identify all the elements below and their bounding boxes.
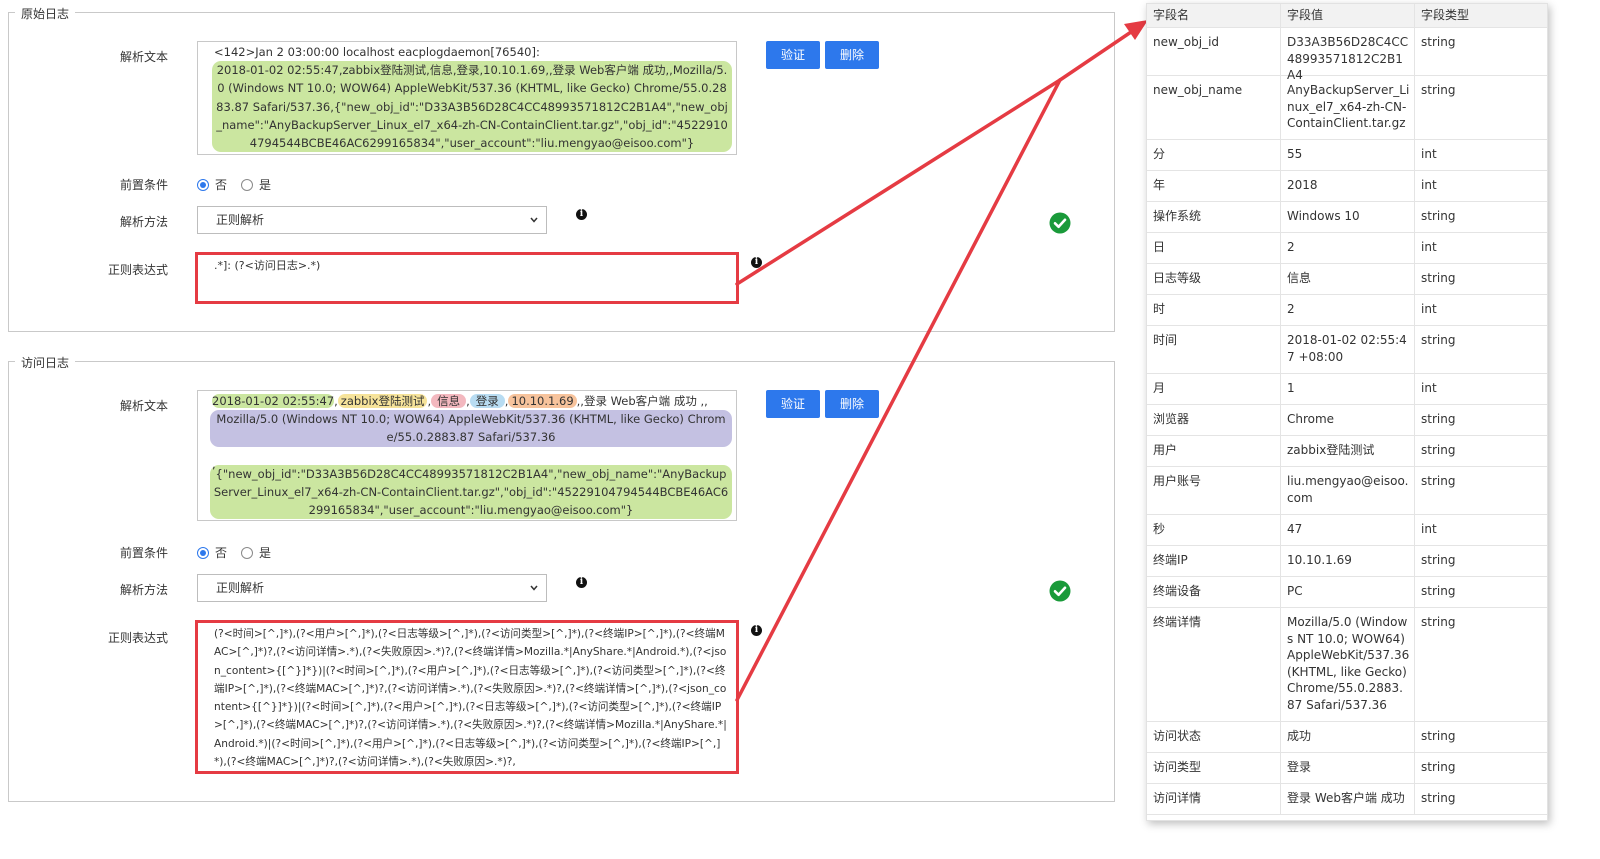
field-name-cell: 用户账号: [1147, 467, 1281, 514]
table-row: 秒 47 int: [1147, 515, 1547, 546]
column-header: 字段类型: [1421, 8, 1470, 22]
arrow-lines: [735, 28, 1136, 702]
field-type-cell: string: [1421, 83, 1456, 97]
field-value-cell: Mozilla/5.0 (Windows NT 10.0; WOW64) App…: [1281, 608, 1415, 721]
field-type-cell: int: [1421, 240, 1437, 254]
field-name-cell: 访问状态: [1147, 722, 1281, 752]
field-type-cell: string: [1421, 584, 1456, 598]
field-type-cell: string: [1421, 209, 1456, 223]
table-row: 用户账号 liu.mengyao@eisoo.com string: [1147, 467, 1547, 515]
field-value-cell: 10.10.1.69: [1281, 546, 1415, 576]
field-name-cell: 年: [1147, 171, 1281, 201]
field-type-cell: string: [1421, 791, 1456, 805]
table-row: 访问详情 登录 Web客户端 成功 string: [1147, 784, 1547, 815]
field-name-cell: 终端详情: [1147, 608, 1281, 721]
table-row: 终端详情 Mozilla/5.0 (Windows NT 10.0; WOW64)…: [1147, 608, 1547, 722]
field-name-cell: new_obj_name: [1147, 76, 1281, 139]
field-type-cell: string: [1421, 474, 1456, 488]
field-name-cell: 用户: [1147, 436, 1281, 466]
field-value-cell: D33A3B56D28C4CC48993571812C2B1A4: [1281, 28, 1415, 82]
table-row: 用户 zabbix登陆测试 string: [1147, 436, 1547, 467]
table-row: 操作系统 Windows 10 string: [1147, 202, 1547, 233]
field-name-cell: 月: [1147, 374, 1281, 404]
table-row: 日志等级 信息 string: [1147, 264, 1547, 295]
field-type-cell: int: [1421, 381, 1437, 395]
field-value-cell: 2018: [1281, 171, 1415, 201]
table-row: 终端设备 PC string: [1147, 577, 1547, 608]
field-value-cell: 成功: [1281, 722, 1415, 752]
field-value-cell: PC: [1281, 577, 1415, 607]
column-header: 字段名: [1147, 4, 1281, 27]
field-value-cell: 47: [1281, 515, 1415, 545]
field-type-cell: int: [1421, 178, 1437, 192]
table-row: 访问类型 登录 string: [1147, 753, 1547, 784]
field-type-cell: int: [1421, 302, 1437, 316]
field-name-cell: 操作系统: [1147, 202, 1281, 232]
table-row: 时间 2018-01-02 02:55:47 +08:00 string: [1147, 326, 1547, 374]
table-row: 日 2 int: [1147, 233, 1547, 264]
table-row: 时 2 int: [1147, 295, 1547, 326]
field-type-cell: string: [1421, 35, 1456, 49]
field-name-cell: 终端设备: [1147, 577, 1281, 607]
column-header: 字段值: [1281, 4, 1415, 27]
field-type-cell: string: [1421, 333, 1456, 347]
field-type-cell: string: [1421, 760, 1456, 774]
field-type-cell: string: [1421, 412, 1456, 426]
field-value-cell: AnyBackupServer_Linux_el7_x64-zh-CN-Cont…: [1281, 76, 1415, 139]
field-type-cell: string: [1421, 615, 1456, 629]
field-type-cell: string: [1421, 729, 1456, 743]
arrow-line: [1058, 28, 1136, 82]
field-value-cell: 2: [1281, 233, 1415, 263]
field-value-cell: 登录: [1281, 753, 1415, 783]
table-header: 字段名 字段值 字段类型: [1147, 4, 1547, 28]
field-name-cell: 访问类型: [1147, 753, 1281, 783]
field-type-cell: int: [1421, 522, 1437, 536]
field-value-cell: 信息: [1281, 264, 1415, 294]
field-type-cell: string: [1421, 553, 1456, 567]
field-name-cell: 终端IP: [1147, 546, 1281, 576]
table-row: 访问状态 成功 string: [1147, 722, 1547, 753]
field-value-cell: 55: [1281, 140, 1415, 170]
table-row: new_obj_id D33A3B56D28C4CC48993571812C2B1…: [1147, 28, 1547, 82]
field-name-cell: 秒: [1147, 515, 1281, 545]
parsed-fields-table: 字段名 字段值 字段类型 new_obj_id D33A3B56D28C4CC48993…: [1146, 3, 1548, 821]
arrow-line: [735, 78, 1062, 702]
table-row: 月 1 int: [1147, 374, 1547, 405]
field-value-cell: Chrome: [1281, 405, 1415, 435]
field-name-cell: new_obj_id: [1147, 28, 1281, 75]
field-name-cell: 时间: [1147, 326, 1281, 373]
field-type-cell: string: [1421, 443, 1456, 457]
field-type-cell: string: [1421, 271, 1456, 285]
field-name-cell: 浏览器: [1147, 405, 1281, 435]
field-value-cell: zabbix登陆测试: [1281, 436, 1415, 466]
field-type-cell: int: [1421, 147, 1437, 161]
field-name-cell: 分: [1147, 140, 1281, 170]
field-name-cell: 日志等级: [1147, 264, 1281, 294]
table-row: 年 2018 int: [1147, 171, 1547, 202]
field-value-cell: 登录 Web客户端 成功: [1281, 784, 1415, 814]
field-name-cell: 时: [1147, 295, 1281, 325]
field-value-cell: liu.mengyao@eisoo.com: [1281, 467, 1415, 514]
field-value-cell: 2: [1281, 295, 1415, 325]
arrow-line: [735, 78, 1062, 286]
table-row: new_obj_name AnyBackupServer_Linux_el7_x6…: [1147, 76, 1547, 140]
field-value-cell: Windows 10: [1281, 202, 1415, 232]
field-name-cell: 访问详情: [1147, 784, 1281, 814]
table-row: 浏览器 Chrome string: [1147, 405, 1547, 436]
table-row: 终端IP 10.10.1.69 string: [1147, 546, 1547, 577]
field-value-cell: 2018-01-02 02:55:47 +08:00: [1281, 326, 1415, 373]
arrow-head: [1124, 20, 1148, 40]
field-name-cell: 日: [1147, 233, 1281, 263]
field-value-cell: 1: [1281, 374, 1415, 404]
table-row: 分 55 int: [1147, 140, 1547, 171]
